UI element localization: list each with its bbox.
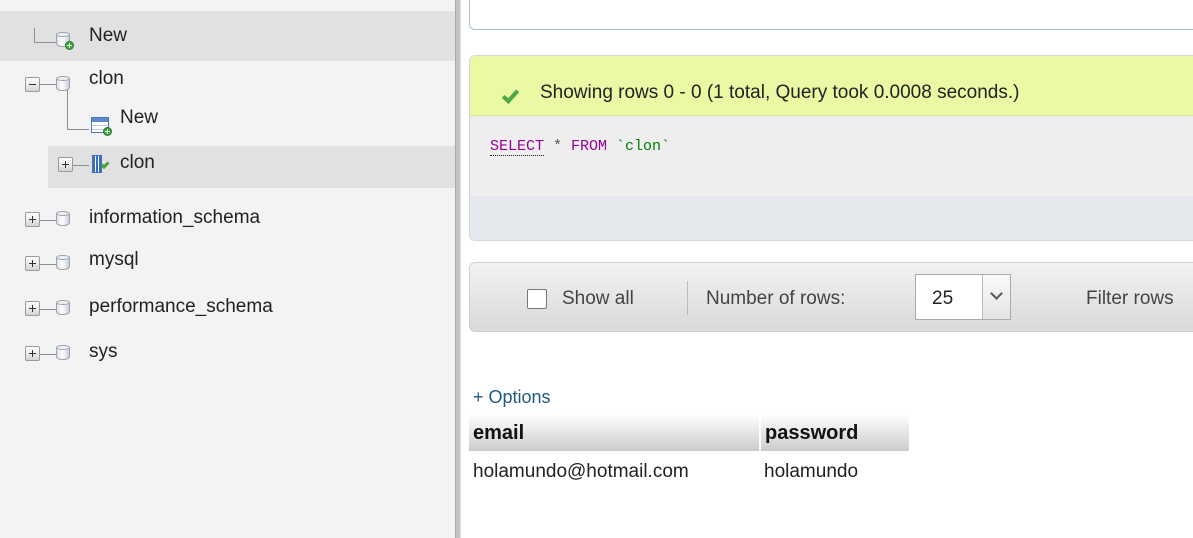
- results-table: email password holamundo@hotmail.com hol…: [469, 414, 911, 491]
- expand-icon[interactable]: [25, 346, 40, 361]
- tree-connector: [34, 42, 56, 43]
- table-header-row: email password: [469, 414, 911, 451]
- expand-icon[interactable]: [25, 256, 40, 271]
- tree-item-label: sys: [89, 341, 118, 362]
- sql-keyword-from: FROM: [571, 138, 608, 155]
- filter-rows-label: Filter rows: [1086, 288, 1174, 309]
- tree-item-label: performance_schema: [89, 296, 273, 317]
- number-of-rows-value: 25: [932, 288, 954, 309]
- tree-connector: [40, 309, 56, 310]
- database-icon: [56, 76, 70, 92]
- tree-connector: [67, 129, 89, 130]
- expand-icon[interactable]: [58, 157, 73, 172]
- expand-icon[interactable]: [25, 301, 40, 316]
- database-icon: [56, 255, 70, 271]
- number-of-rows-select[interactable]: 25: [915, 274, 1011, 320]
- sql-keyword-select[interactable]: SELECT: [490, 138, 545, 156]
- tree-item-label: mysql: [89, 249, 139, 270]
- tree-connector: [40, 354, 56, 355]
- column-header-password[interactable]: password: [760, 414, 911, 451]
- chevron-down-icon[interactable]: [982, 275, 1010, 319]
- table-row[interactable]: holamundo@hotmail.com holamundo: [469, 451, 910, 491]
- previous-panel-box: [469, 0, 1193, 30]
- tree-connector: [40, 84, 56, 85]
- show-all-checkbox[interactable]: [527, 289, 547, 309]
- show-all-label[interactable]: Show all: [562, 288, 634, 310]
- success-message: Showing rows 0 - 0 (1 total, Query took …: [470, 56, 1193, 116]
- cell-email[interactable]: holamundo@hotmail.com: [469, 451, 760, 491]
- sql-query-display: SELECT * FROM `clon`: [470, 116, 1193, 196]
- sql-operator: *: [544, 138, 572, 155]
- query-result-box: Showing rows 0 - 0 (1 total, Query took …: [469, 55, 1193, 241]
- add-icon: [65, 41, 74, 50]
- tree-item-label: clon: [89, 68, 124, 89]
- tree-item-label: clon: [120, 152, 155, 173]
- options-link[interactable]: + Options: [473, 387, 551, 408]
- expand-icon[interactable]: [25, 212, 40, 227]
- tree-connector: [73, 165, 89, 166]
- add-icon: [103, 127, 112, 136]
- tree-item-label: information_schema: [89, 207, 261, 228]
- sql-query: SELECT * FROM `clon`: [490, 138, 671, 156]
- sql-table-name: `clon`: [607, 138, 671, 155]
- cell-password[interactable]: holamundo: [760, 451, 910, 491]
- view-icon: [92, 155, 112, 173]
- collapse-icon[interactable]: [25, 77, 40, 92]
- navigation-toolbar: Show all Number of rows: 25 Filter rows: [469, 262, 1193, 332]
- database-icon: [56, 300, 70, 316]
- column-header-email[interactable]: email: [469, 414, 761, 451]
- database-icon: [56, 211, 70, 227]
- navigation-tree: New clon New clon information_schema mys…: [0, 0, 455, 538]
- tree-item-label: New: [89, 25, 128, 46]
- tree-connector: [40, 220, 56, 221]
- tree-connector: [34, 28, 35, 42]
- number-of-rows-label: Number of rows:: [706, 288, 846, 309]
- tree-connector: [40, 264, 56, 265]
- tree-item-label: New: [120, 107, 159, 128]
- main-panel: Showing rows 0 - 0 (1 total, Query took …: [461, 0, 1193, 538]
- database-icon: [56, 345, 70, 361]
- toolbar-divider: [687, 281, 688, 315]
- success-message-text: Showing rows 0 - 0 (1 total, Query took …: [540, 82, 1020, 103]
- tree-connector: [67, 90, 68, 130]
- checkmark-icon: [501, 86, 520, 104]
